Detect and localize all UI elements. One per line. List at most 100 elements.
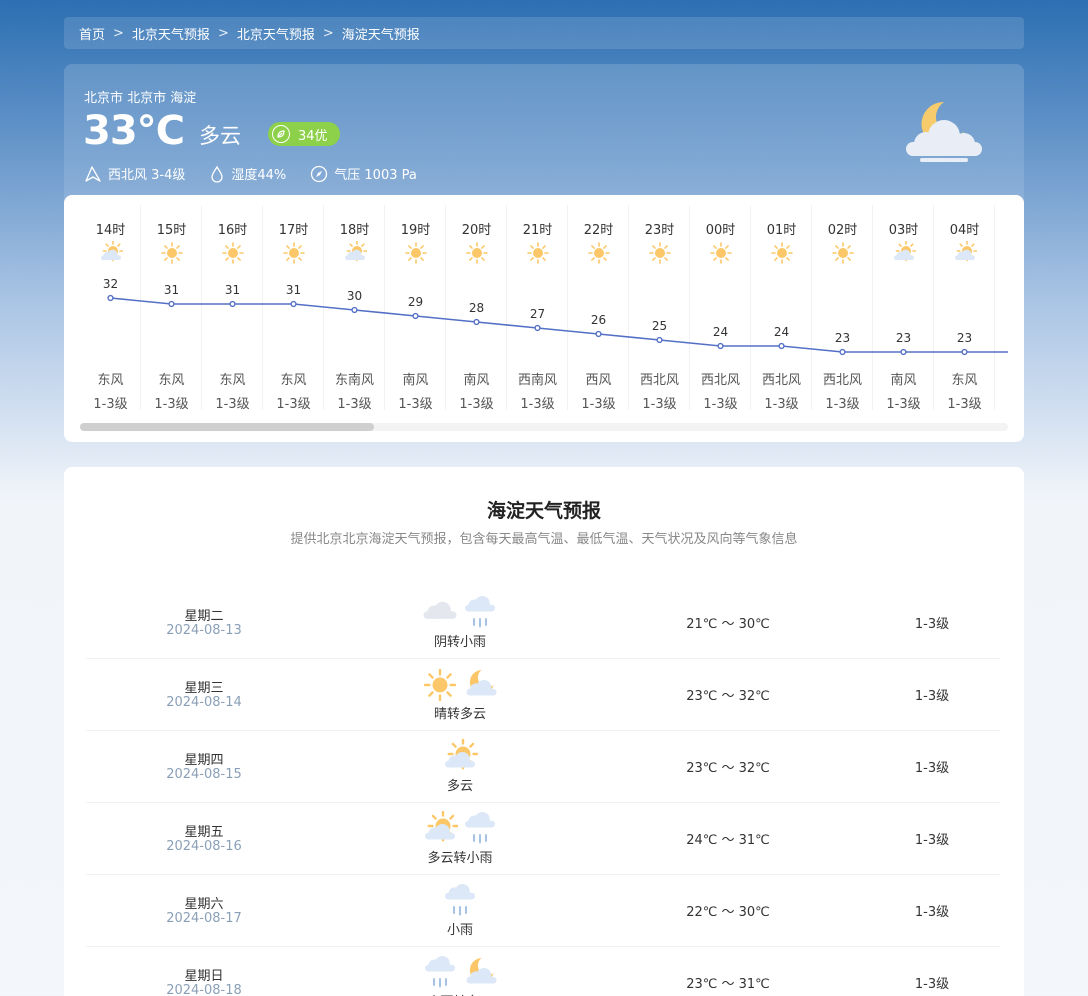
forecast-wind-level: 1-3级 bbox=[914, 905, 950, 920]
temperature-label: 31 bbox=[164, 283, 179, 297]
temperature-label: 23 bbox=[896, 331, 911, 345]
wind-info: 西北风 3-4级 bbox=[84, 164, 185, 183]
temperature-point bbox=[717, 342, 724, 350]
forecast-condition: 晴转多云 bbox=[433, 707, 486, 722]
temperature-point bbox=[839, 348, 846, 356]
temperature-label: 30 bbox=[347, 289, 362, 303]
breadcrumb-separator: > bbox=[113, 25, 124, 41]
temperature-label: 27 bbox=[530, 307, 545, 321]
humidity-info: 湿度44% bbox=[209, 164, 286, 183]
forecast-weekday: 星期三 bbox=[184, 681, 224, 696]
pressure-label: 气压 1003 Pa bbox=[334, 168, 417, 183]
forecast-weekday: 星期二 bbox=[184, 609, 224, 624]
compass-icon bbox=[311, 165, 328, 182]
forecast-condition: 小雨转多云 bbox=[366, 991, 554, 996]
forecast-condition: 多云 bbox=[446, 779, 473, 794]
pressure-info: 气压 1003 Pa bbox=[310, 164, 417, 183]
forecast-temperature-range: 23℃ ～ 32℃ bbox=[686, 761, 770, 776]
breadcrumb-separator: > bbox=[217, 25, 229, 41]
sun-cloud-icon bbox=[440, 738, 480, 779]
breadcrumb-beijing-city[interactable]: 北京天气预报 bbox=[237, 24, 315, 43]
temperature-label: 25 bbox=[652, 319, 667, 333]
forecast-date: 2024-08-18 bbox=[166, 983, 242, 996]
hourly-forecast-panel[interactable]: 14时 东风 1-3级 15时 东风 1-3级 16时 东风 1-3级 17时 东风 1-3级 18时东… bbox=[64, 195, 1024, 442]
temperature-series-line bbox=[110, 297, 1008, 353]
humidity-label: 湿度44% bbox=[231, 168, 287, 183]
forecast-date: 2024-08-15 bbox=[166, 767, 242, 782]
sun-icon bbox=[420, 667, 460, 707]
temperature-label: 31 bbox=[286, 283, 301, 297]
temperature-label: 32 bbox=[103, 277, 118, 291]
forecast-row: 星期五 2024-08-16 多云转小雨 24℃ ～ 31℃ 1-3级 bbox=[86, 803, 1000, 875]
forecast-date: 2024-08-13 bbox=[166, 623, 242, 638]
temperature-label: 24 bbox=[774, 325, 789, 339]
forecast-temperature-range: 23℃ ～ 31℃ bbox=[686, 977, 770, 992]
forecast-temperature-range: 23℃ ～ 32℃ bbox=[686, 689, 770, 704]
temperature-point bbox=[656, 336, 663, 344]
moon-cloud-icon bbox=[460, 955, 500, 995]
aqi-badge[interactable]: 34优 bbox=[268, 122, 340, 146]
aqi-value: 34优 bbox=[298, 128, 328, 144]
hourly-scrollbar-thumb[interactable] bbox=[80, 423, 374, 431]
forecast-row: 星期六 2024-08-17 小雨 22℃ ～ 30℃ 1-3级 bbox=[86, 875, 1000, 947]
forecast-subtitle: 提供北京北京海淀天气预报，包含每天最高气温、最低气温、天气状况及风向等气象信息 bbox=[290, 532, 798, 547]
forecast-condition: 多云转小雨 bbox=[427, 851, 493, 866]
forecast-wind-level: 1-3级 bbox=[914, 689, 950, 704]
forecast-icons bbox=[420, 810, 500, 844]
wind-label: 西北风 3-4级 bbox=[108, 168, 186, 183]
forecast-weekday: 星期四 bbox=[184, 753, 224, 768]
forecast-row: 星期四 2024-08-15 多云 23℃ ～ 32℃ 1-3级 bbox=[86, 731, 1000, 803]
hourly-scrollbar[interactable] bbox=[80, 423, 1008, 431]
forecast-wind-level: 1-3级 bbox=[914, 761, 950, 776]
temperature-point bbox=[412, 312, 419, 320]
temperature-label: 23 bbox=[835, 331, 850, 345]
temperature-point bbox=[900, 348, 907, 356]
forecast-icons bbox=[440, 738, 520, 771]
breadcrumb: 首页 > 北京天气预报 > 北京天气预报 > 海淀天气预报 bbox=[64, 17, 1024, 49]
forecast-temperature-range: 21℃ ～ 30℃ bbox=[686, 617, 770, 632]
forecast-row: 星期三 2024-08-14 晴转多云 23℃ ～ 32℃ 1-3级 bbox=[86, 659, 1000, 731]
forecast-temperature-range: 24℃ ～ 31℃ bbox=[686, 833, 770, 848]
temperature-point bbox=[107, 294, 114, 302]
temperature-label: 23 bbox=[957, 331, 972, 345]
forecast-date: 2024-08-16 bbox=[166, 839, 242, 854]
forecast-temperature-range: 22℃ ～ 30℃ bbox=[686, 905, 770, 920]
rain-icon bbox=[460, 811, 500, 851]
temperature-point bbox=[595, 330, 602, 338]
water-drop-icon bbox=[211, 165, 224, 183]
forecast-weekday: 星期五 bbox=[184, 825, 224, 840]
temperature-point bbox=[961, 348, 968, 356]
forecast-wind-level: 1-3级 bbox=[914, 977, 950, 992]
forecast-condition: 阴转小雨 bbox=[433, 635, 486, 650]
rain-icon bbox=[440, 883, 480, 923]
temperature-point bbox=[473, 318, 480, 326]
forecast-icons bbox=[420, 955, 500, 988]
temperature-label: 29 bbox=[408, 295, 423, 309]
cloud-icon bbox=[420, 595, 460, 635]
current-temperature: 33℃ bbox=[83, 108, 185, 154]
forecast-wind-level: 1-3级 bbox=[914, 833, 950, 848]
forecast-row: 星期二 2024-08-13 阴转小雨 21℃ ～ 30℃ 1-3级 bbox=[86, 587, 1000, 659]
moon-cloud-icon bbox=[906, 101, 982, 162]
forecast-wind-level: 1-3级 bbox=[914, 617, 950, 632]
hourly-temperature-line: 32 31 31 31 30 29 28 27 26 25 24 24 23 23 23 bbox=[103, 277, 1008, 356]
breadcrumb-beijing[interactable]: 北京天气预报 bbox=[132, 24, 210, 43]
temperature-point bbox=[534, 324, 541, 332]
wind-direction-icon bbox=[85, 165, 101, 182]
forecast-condition: 小雨 bbox=[446, 923, 473, 938]
temperature-point bbox=[351, 306, 358, 314]
location-label: 北京市 北京市 海淀 bbox=[84, 91, 197, 106]
temperature-point bbox=[290, 300, 297, 308]
forecast-date: 2024-08-14 bbox=[166, 695, 242, 710]
current-meta: 西北风 3-4级 湿度44% 气压 1003 Pa bbox=[84, 164, 441, 183]
temperature-label: 26 bbox=[591, 313, 606, 327]
rain-icon bbox=[460, 595, 500, 635]
breadcrumb-home[interactable]: 首页 bbox=[79, 24, 105, 43]
forecast-icons bbox=[440, 883, 520, 916]
forecast-weekday: 星期日 bbox=[184, 969, 224, 984]
forecast-title: 海淀天气预报 bbox=[486, 500, 601, 522]
forecast-row: 星期日2024-08-18 小雨转多云 23℃ ～ 31℃ 1-3级 bbox=[86, 947, 1000, 996]
breadcrumb-haidian[interactable]: 海淀天气预报 bbox=[342, 24, 420, 43]
forecast-weekday: 星期六 bbox=[184, 897, 224, 912]
temperature-point bbox=[168, 300, 175, 308]
